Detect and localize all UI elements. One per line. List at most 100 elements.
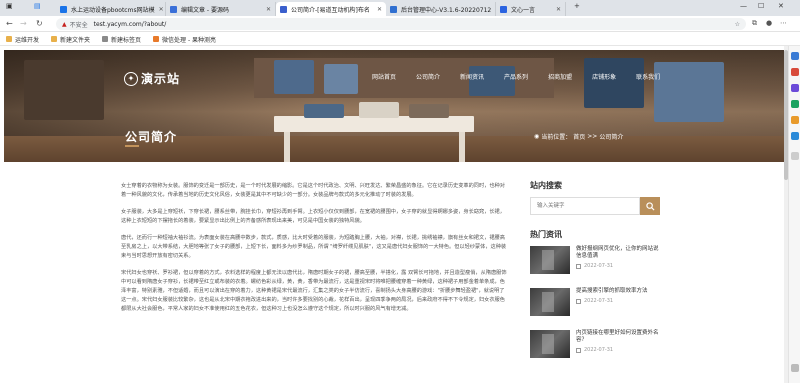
more-menu-icon[interactable]: ⋯ xyxy=(780,19,787,27)
security-label: 不安全 xyxy=(69,21,88,29)
search-sidebar-icon[interactable] xyxy=(791,52,799,60)
back-icon[interactable]: ← xyxy=(6,19,13,29)
hero-banner: ✦ 演示站 网站首页 公司简介 新闻资讯 产品系列 招商加盟 店铺形象 联系我们… xyxy=(4,50,784,162)
search-button[interactable] xyxy=(640,197,660,215)
close-tab-icon[interactable]: ✕ xyxy=(552,6,561,13)
browser-tab-strip: ▣ ▤ 水上运动设备pbootcms网站模 ✕ 编辑文章 - 要源码 ✕ 公司简… xyxy=(0,0,800,16)
tab-label: 文心一言 xyxy=(511,6,536,14)
denim-stack-image xyxy=(584,58,644,108)
tab-label: 公司简介-[易道互动机构]布名 xyxy=(291,6,370,14)
url-bar[interactable]: ▲ 不安全 test.yacym.com/?about/ ☆ xyxy=(56,18,746,30)
tab-2[interactable]: 编辑文章 - 要源码 ✕ xyxy=(166,2,276,16)
folded-jeans-image xyxy=(304,104,344,118)
outlook-icon[interactable] xyxy=(791,132,799,140)
bookmark-item[interactable]: 运维开发 xyxy=(6,35,39,44)
warning-icon: ▲ xyxy=(62,20,67,28)
breadcrumb-home[interactable]: 首页 xyxy=(573,132,585,141)
shopping-icon[interactable] xyxy=(791,68,799,76)
minimize-icon[interactable]: — xyxy=(740,2,747,10)
bookmark-label: 微信处理 - 果种测亮 xyxy=(162,36,217,44)
search-heading: 站内搜索 xyxy=(530,181,562,190)
denim-stack-image xyxy=(469,66,515,96)
news-thumbnail[interactable] xyxy=(530,288,570,316)
location-icon: ◉ xyxy=(534,133,540,140)
url-text[interactable]: test.yacym.com/?about/ xyxy=(94,21,167,28)
address-toolbar: ← → ↻ ▲ 不安全 test.yacym.com/?about/ ☆ ⧉ ●… xyxy=(0,16,800,32)
favorite-star-icon[interactable]: ☆ xyxy=(735,21,740,28)
maximize-icon[interactable]: ☐ xyxy=(758,2,764,10)
article-paragraph: 宋代妇女也穿袄、罗衫裙，但以穿着的方式，衣料选样的程度上都无法以唐代比，隋唐时期… xyxy=(121,270,507,312)
breadcrumb-current[interactable]: 公司简介 xyxy=(599,132,623,141)
article-body: 女士穿着的衣物称为女装。服饰的变迁是一部历史，是一个时代发展的缩影。它是这个时代… xyxy=(121,182,509,322)
hot-news-item[interactable]: 提高搜索引擎的抓取效率方法 2022-07-31 xyxy=(530,288,660,316)
nav-news[interactable]: 新闻资讯 xyxy=(460,72,484,81)
news-thumbnail[interactable] xyxy=(530,246,570,274)
page-sidebar: 站内搜索 热门资讯 做好报纲网页优化，让你的网站说信息值满 2022-07-31… xyxy=(530,180,660,372)
forward-icon[interactable]: → xyxy=(20,19,27,29)
search-input[interactable] xyxy=(530,197,640,215)
nav-about[interactable]: 公司简介 xyxy=(416,72,440,81)
site-logo[interactable]: ✦ 演示站 xyxy=(124,70,180,87)
extensions-icon[interactable]: ⧉ xyxy=(752,19,757,28)
folded-shirts-image xyxy=(409,104,449,118)
tab-label: 后台管理中心-V3.1.6-20220712 xyxy=(401,6,492,14)
denim-stack-image xyxy=(274,60,314,94)
hanging-clothes-image xyxy=(24,60,104,120)
nav-contact[interactable]: 联系我们 xyxy=(636,72,660,81)
news-date: 2022-07-31 xyxy=(584,347,614,353)
page-icon xyxy=(102,36,109,42)
hot-news-item[interactable]: 内页链接在哪里好如何设置费外名容？ 2022-07-31 xyxy=(530,330,660,358)
games-icon[interactable] xyxy=(791,100,799,108)
reload-icon[interactable]: ↻ xyxy=(36,19,43,29)
denim-stack-image xyxy=(324,64,358,94)
bookmark-item[interactable]: 新建文件夹 xyxy=(51,35,90,44)
title-underline xyxy=(125,145,139,147)
bookmark-item[interactable]: 新建标签页 xyxy=(102,35,141,44)
close-tab-icon[interactable]: ✕ xyxy=(155,6,164,13)
tab-4[interactable]: 后台管理中心-V3.1.6-20220712 ✕ xyxy=(386,2,496,16)
tools-icon[interactable] xyxy=(791,84,799,92)
close-tab-icon[interactable]: ✕ xyxy=(262,6,271,13)
site-favicon-icon xyxy=(280,5,287,13)
logo-icon: ✦ xyxy=(124,71,138,86)
close-window-icon[interactable]: ✕ xyxy=(778,2,784,10)
news-title[interactable]: 做好报纲网页优化，让你的网站说信息值满 xyxy=(576,246,660,260)
news-title[interactable]: 提高搜索引擎的抓取效率方法 xyxy=(576,288,660,295)
hot-news-item[interactable]: 做好报纲网页优化，让你的网站说信息值满 2022-07-31 xyxy=(530,246,660,274)
article-paragraph: 女子服装，大多是上穿短袄，下穿长裙，腰系丝带，腕挂长巾，穿短衫再到手臂。上衣短小… xyxy=(121,209,505,224)
tab-5[interactable]: 文心一言 ✕ xyxy=(496,2,566,16)
table-leg xyxy=(284,132,290,162)
bookmarks-bar: 运维开发 新建文件夹 新建标签页 微信处理 - 果种测亮 xyxy=(0,33,800,46)
workspace-icon[interactable]: ▤ xyxy=(34,2,41,10)
bookmark-item[interactable]: 微信处理 - 果种测亮 xyxy=(153,35,216,44)
nav-franchise[interactable]: 招商加盟 xyxy=(548,72,572,81)
calendar-icon xyxy=(576,298,581,304)
calendar-icon xyxy=(576,347,581,353)
bookmark-label: 运维开发 xyxy=(15,36,40,44)
tab-label: 水上运动设备pbootcms网站模 xyxy=(71,6,155,14)
browser-menu-icon[interactable]: ▣ xyxy=(6,2,13,10)
breadcrumb-prefix: 当前位置： xyxy=(541,134,572,141)
site-favicon-icon xyxy=(170,5,177,13)
site-favicon-icon xyxy=(390,5,397,13)
tab-3-active[interactable]: 公司简介-[易道互动机构]布名 ✕ xyxy=(276,2,386,16)
news-thumbnail[interactable] xyxy=(530,330,570,358)
table-leg xyxy=(459,132,465,162)
profile-icon[interactable]: ● xyxy=(766,19,772,27)
nav-stores[interactable]: 店铺形象 xyxy=(592,72,616,81)
folder-icon xyxy=(6,36,12,42)
nav-home[interactable]: 网站首页 xyxy=(372,72,396,81)
new-tab-button[interactable]: + xyxy=(574,2,580,10)
news-date-row: 2022-07-31 xyxy=(576,347,660,353)
nav-products[interactable]: 产品系列 xyxy=(504,72,528,81)
close-tab-icon[interactable]: ✕ xyxy=(373,6,382,13)
tab-1[interactable]: 水上运动设备pbootcms网站模 ✕ xyxy=(56,2,166,16)
office-icon[interactable] xyxy=(791,116,799,124)
add-sidebar-icon[interactable] xyxy=(791,152,799,160)
news-title[interactable]: 内页链接在哪里好如何设置费外名容？ xyxy=(576,330,660,344)
site-favicon-icon xyxy=(500,5,507,13)
sidebar-settings-icon[interactable] xyxy=(791,364,799,372)
main-navigation: 网站首页 公司简介 新闻资讯 产品系列 招商加盟 店铺形象 联系我们 xyxy=(372,72,680,81)
logo-text: 演示站 xyxy=(141,72,181,86)
hot-news-heading: 热门资讯 xyxy=(530,230,562,239)
